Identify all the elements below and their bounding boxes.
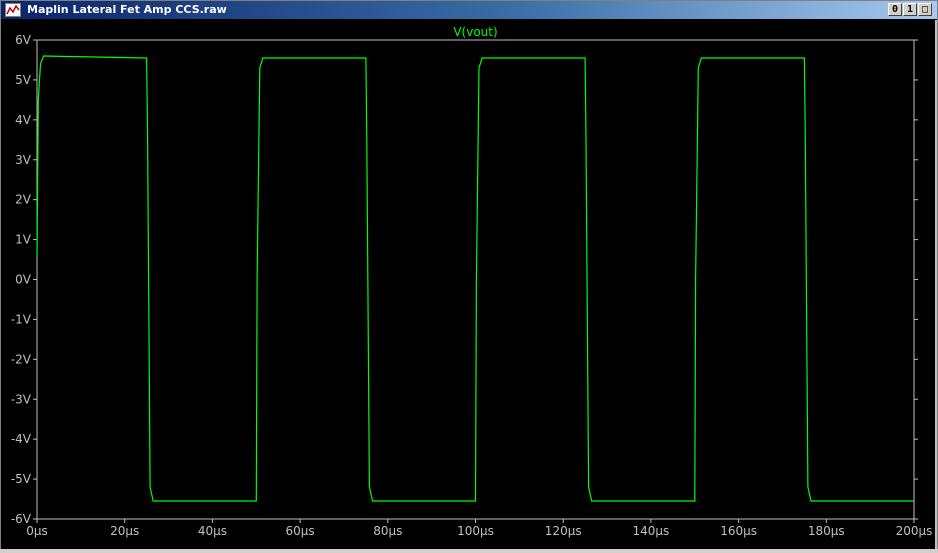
x-tick-label: 0µs: [26, 524, 48, 538]
y-tick-label: 6V: [15, 33, 32, 47]
x-tick-label: 160µs: [720, 524, 757, 538]
series-line-vout: [36, 55, 914, 502]
waveform-window: Maplin Lateral Fet Amp CCS.raw 0 1 □ 6V 5…: [0, 0, 938, 549]
y-tick-label: -4V: [11, 432, 32, 446]
waveform-plot[interactable]: 6V5V4V3V2V1V0V-1V-2V-3V-4V-5V-6V0µs 20µs 4…: [1, 20, 937, 549]
window-controls: 0 1 □: [888, 3, 932, 16]
x-tick-label: 120µs: [545, 524, 582, 538]
x-tick-label: 140µs: [633, 524, 670, 538]
maximize-button[interactable]: □: [918, 3, 932, 16]
y-tick-label: 3V: [15, 153, 32, 167]
x-tick-label: 20µs: [110, 524, 139, 538]
x-tick-label: 100µs: [457, 524, 494, 538]
y-tick-label: -3V: [11, 392, 32, 406]
x-tick-label: 60µs: [286, 524, 315, 538]
y-tick-label: -1V: [11, 312, 32, 326]
y-tick-label: -5V: [11, 472, 32, 486]
y-tick-label: 2V: [15, 193, 32, 207]
y-tick-label: 0V: [15, 273, 32, 287]
window-edge: [935, 20, 937, 549]
restore-button[interactable]: 1: [903, 3, 917, 16]
x-tick-label: 180µs: [808, 524, 845, 538]
y-tick-label: 1V: [15, 233, 32, 247]
waveform-icon: [5, 3, 21, 17]
minimize-button[interactable]: 0: [888, 3, 902, 16]
plot-pane[interactable]: 6V 5V 4V 3V 2V 1V 0V -1V -2V -3V -4V -5V -6V 0µs 20µs 4…: [1, 20, 937, 549]
window-title: Maplin Lateral Fet Amp CCS.raw: [27, 3, 227, 16]
y-tick-label: -2V: [11, 352, 32, 366]
y-tick-label: 4V: [15, 113, 32, 127]
x-tick-label: 40µs: [198, 524, 227, 538]
x-tick-label: 80µs: [373, 524, 402, 538]
trace-title: V(vout): [453, 25, 497, 39]
x-tick-label: 200µs: [896, 524, 933, 538]
y-tick-label: 5V: [15, 73, 32, 87]
title-bar[interactable]: Maplin Lateral Fet Amp CCS.raw 0 1 □: [1, 1, 937, 19]
